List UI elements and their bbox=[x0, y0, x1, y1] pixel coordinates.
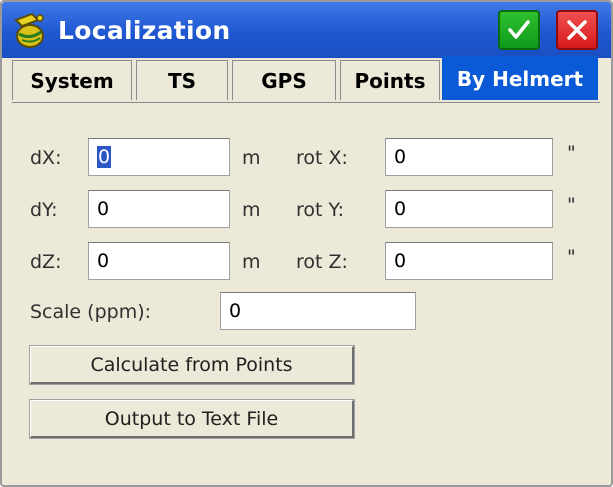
rot-x-unit: " bbox=[567, 142, 576, 164]
output-to-text-file-button[interactable]: Output to Text File bbox=[29, 399, 355, 439]
dy-input[interactable]: 0 bbox=[88, 190, 230, 228]
tab-by-helmert[interactable]: By Helmert bbox=[442, 56, 598, 100]
globe-satellite-icon bbox=[14, 12, 44, 48]
tab-points[interactable]: Points bbox=[340, 60, 440, 100]
dz-label: dZ: bbox=[30, 251, 62, 273]
rot-z-input[interactable]: 0 bbox=[385, 242, 553, 280]
rot-y-input[interactable]: 0 bbox=[385, 190, 553, 228]
dx-value: 0 bbox=[97, 146, 112, 168]
rot-x-label: rot X: bbox=[296, 147, 348, 169]
close-icon bbox=[567, 20, 587, 40]
tab-divider bbox=[12, 102, 600, 103]
dz-unit: m bbox=[242, 251, 261, 273]
dx-input[interactable]: 0 bbox=[88, 138, 230, 176]
check-icon bbox=[508, 20, 530, 39]
dy-label: dY: bbox=[30, 199, 58, 221]
calculate-from-points-button[interactable]: Calculate from Points bbox=[29, 345, 355, 385]
window-title: Localization bbox=[58, 16, 231, 45]
tab-system[interactable]: System bbox=[12, 60, 132, 100]
scale-label: Scale (ppm): bbox=[30, 301, 152, 323]
dx-label: dX: bbox=[30, 147, 62, 169]
close-button[interactable] bbox=[556, 10, 598, 50]
rot-y-label: rot Y: bbox=[296, 199, 344, 221]
dz-input[interactable]: 0 bbox=[88, 242, 230, 280]
rot-x-input[interactable]: 0 bbox=[385, 138, 553, 176]
title-bar: Localization bbox=[2, 2, 611, 58]
scale-input[interactable]: 0 bbox=[220, 292, 416, 330]
dx-unit: m bbox=[242, 147, 261, 169]
tab-ts[interactable]: TS bbox=[136, 60, 228, 100]
dy-unit: m bbox=[242, 199, 261, 221]
rot-z-label: rot Z: bbox=[296, 251, 348, 273]
rot-z-unit: " bbox=[567, 246, 576, 268]
ok-button[interactable] bbox=[498, 10, 540, 50]
rot-y-unit: " bbox=[567, 194, 576, 216]
localization-window: Localization System TS GPS Points By Hel… bbox=[0, 0, 613, 487]
tab-gps[interactable]: GPS bbox=[232, 60, 336, 100]
